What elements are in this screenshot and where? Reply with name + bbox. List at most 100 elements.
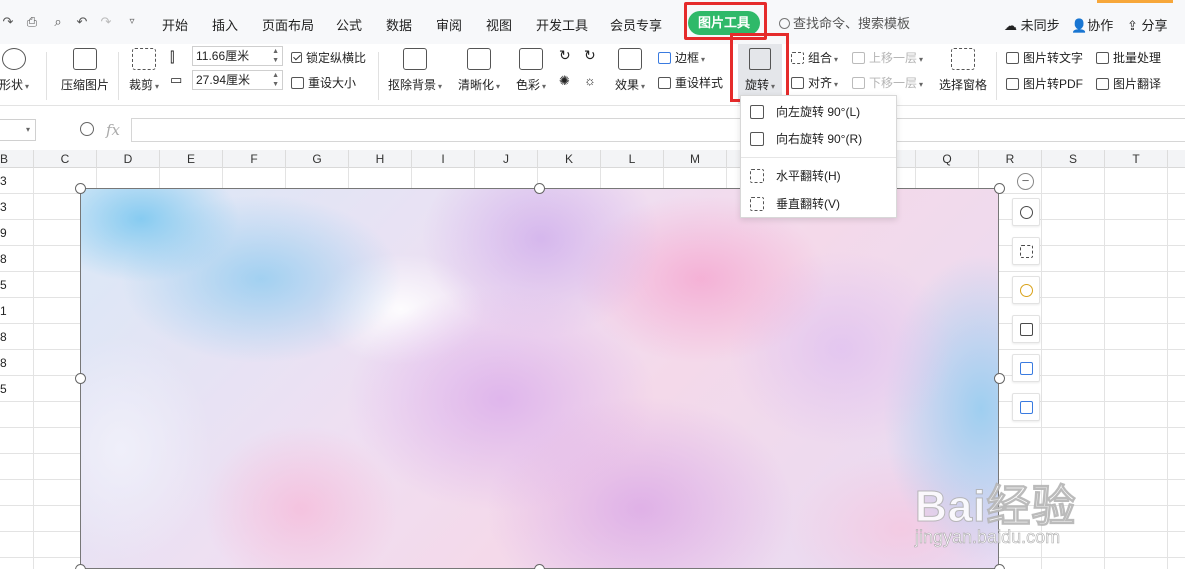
resize-handle[interactable]	[534, 564, 545, 569]
picture-to-text-button[interactable]: 图片转文字	[1006, 49, 1083, 66]
color-button[interactable]: 色彩 ▾	[512, 48, 550, 93]
align-button[interactable]: 对齐 ▾	[791, 74, 838, 91]
selected-picture[interactable]	[80, 188, 999, 569]
width-input[interactable]: 11.66厘米 ▲ ▼	[192, 46, 283, 66]
resize-handle[interactable]	[994, 373, 1005, 384]
cell-b-value[interactable]: 8	[0, 330, 10, 344]
bring-forward-button[interactable]: 上移一层 ▾	[852, 49, 923, 66]
sync-status[interactable]: ☁ 未同步	[1004, 15, 1060, 34]
resize-handle[interactable]	[994, 183, 1005, 194]
selection-pane-button[interactable]: 选择窗格	[937, 48, 989, 93]
redo-disabled-icon[interactable]: ↷	[98, 14, 114, 30]
send-backward-button[interactable]: 下移一层 ▾	[852, 74, 923, 91]
print-preview-icon[interactable]: ⌕	[50, 14, 66, 30]
reset-style-button[interactable]: 重设样式	[658, 74, 723, 91]
share-button[interactable]: ⇪ 分享	[1127, 15, 1168, 34]
crop-float-button[interactable]	[1012, 237, 1040, 265]
tab-view[interactable]: 视图	[486, 15, 512, 33]
column-header-b[interactable]: B	[0, 150, 34, 168]
column-header-d[interactable]: D	[97, 150, 160, 168]
undo-icon[interactable]: ↶	[74, 14, 90, 30]
rotate-right-90-item[interactable]: 向右旋转 90°(R)	[741, 126, 896, 152]
cell-b-value[interactable]: 3	[0, 200, 10, 214]
flip-horizontal-item[interactable]: 水平翻转(H)	[741, 163, 896, 189]
fx-icon[interactable]: fx	[106, 121, 120, 139]
smart-enhance-button[interactable]	[1012, 276, 1040, 304]
zoom-icon[interactable]	[80, 122, 94, 136]
tab-member[interactable]: 会员专享	[610, 15, 662, 33]
group-icon	[791, 52, 804, 64]
tab-home[interactable]: 开始	[162, 15, 188, 33]
reset-size-button[interactable]: 重设大小	[291, 74, 356, 91]
column-header-f[interactable]: F	[223, 150, 286, 168]
cell-b-value[interactable]: 8	[0, 252, 10, 266]
tab-review[interactable]: 审阅	[436, 15, 462, 33]
height-input[interactable]: 27.94厘米 ▲ ▼	[192, 70, 283, 90]
tab-data[interactable]: 数据	[386, 15, 412, 33]
cell-b-value[interactable]: 5	[0, 278, 10, 292]
cell-area[interactable]: 3 3 9 8 5 1 8 8 5	[0, 168, 1185, 569]
resize-handle[interactable]	[75, 564, 86, 569]
batch-process-button[interactable]: 批量处理	[1096, 49, 1161, 66]
resize-handle[interactable]	[534, 183, 545, 194]
picture-to-pdf-button[interactable]: 图片转PDF	[1006, 75, 1083, 92]
quick-access-dropdown-icon[interactable]: ▿	[124, 14, 140, 30]
crop-button[interactable]: 裁剪 ▾	[126, 48, 162, 93]
picture-edit-button[interactable]	[1012, 393, 1040, 421]
picture-to-text-float-button[interactable]	[1012, 315, 1040, 343]
column-header-h[interactable]: H	[349, 150, 412, 168]
rotate-contrast-icon[interactable]: ↻	[584, 47, 596, 64]
tab-page-layout[interactable]: 页面布局	[262, 15, 314, 33]
column-header-t[interactable]: T	[1105, 150, 1168, 168]
lock-ratio-checkbox[interactable]: 锁定纵横比	[291, 49, 366, 66]
print-icon[interactable]: ⎙	[24, 14, 40, 30]
column-header-l[interactable]: L	[601, 150, 664, 168]
column-header-i[interactable]: I	[412, 150, 475, 168]
flip-vertical-item[interactable]: 垂直翻转(V)	[741, 191, 896, 217]
spin-icon[interactable]: ▲ ▼	[272, 47, 279, 65]
tab-picture-tools[interactable]: 图片工具	[688, 11, 760, 35]
brightness-up-icon[interactable]: ✺	[559, 73, 570, 89]
rotate-brightness-icon[interactable]: ↻	[559, 47, 571, 64]
compress-picture-button[interactable]: 压缩图片	[58, 48, 112, 93]
column-header-g[interactable]: G	[286, 150, 349, 168]
replace-picture-button[interactable]	[1012, 354, 1040, 382]
column-header-k[interactable]: K	[538, 150, 601, 168]
cell-b-value[interactable]: 3	[0, 174, 10, 188]
tab-formula[interactable]: 公式	[336, 15, 362, 33]
resize-handle[interactable]	[994, 564, 1005, 569]
resize-handle[interactable]	[75, 373, 86, 384]
picture-translate-button[interactable]: 图片翻译	[1096, 75, 1161, 92]
cell-b-value[interactable]: 9	[0, 226, 10, 240]
column-header-m[interactable]: M	[664, 150, 727, 168]
formula-input[interactable]	[131, 118, 1185, 142]
brightness-down-icon[interactable]: ☼	[584, 73, 596, 88]
shape-button[interactable]: 形状 ▾	[0, 48, 38, 93]
resize-handle[interactable]	[75, 183, 86, 194]
remove-background-button[interactable]: 抠除背景 ▾	[386, 48, 444, 93]
column-header-r[interactable]: R	[979, 150, 1042, 168]
command-search[interactable]: 查找命令、搜索模板	[779, 13, 969, 33]
collapse-toolbar-icon[interactable]: −	[1017, 173, 1034, 190]
redo-icon[interactable]: ↷	[0, 14, 16, 30]
picture-to-text-icon	[1006, 52, 1019, 64]
sharpen-button[interactable]: 清晰化 ▾	[455, 48, 503, 93]
cell-b-value[interactable]: 8	[0, 356, 10, 370]
group-button[interactable]: 组合 ▾	[791, 49, 838, 66]
column-header-j[interactable]: J	[475, 150, 538, 168]
name-box[interactable]: ▾	[0, 119, 36, 141]
effect-button[interactable]: 效果 ▾	[610, 48, 650, 93]
spin-icon[interactable]: ▲ ▼	[272, 71, 279, 89]
column-header-s[interactable]: S	[1042, 150, 1105, 168]
cell-b-value[interactable]: 5	[0, 382, 10, 396]
collaborate-button[interactable]: 👤协作	[1071, 15, 1113, 34]
column-header-c[interactable]: C	[34, 150, 97, 168]
tab-developer[interactable]: 开发工具	[536, 15, 588, 33]
zoom-picture-button[interactable]	[1012, 198, 1040, 226]
column-header-e[interactable]: E	[160, 150, 223, 168]
column-header-q[interactable]: Q	[916, 150, 979, 168]
tab-insert[interactable]: 插入	[212, 15, 238, 33]
border-button[interactable]: 边框 ▾	[658, 49, 705, 66]
rotate-left-90-item[interactable]: 向左旋转 90°(L)	[741, 99, 896, 125]
cell-b-value[interactable]: 1	[0, 304, 10, 318]
